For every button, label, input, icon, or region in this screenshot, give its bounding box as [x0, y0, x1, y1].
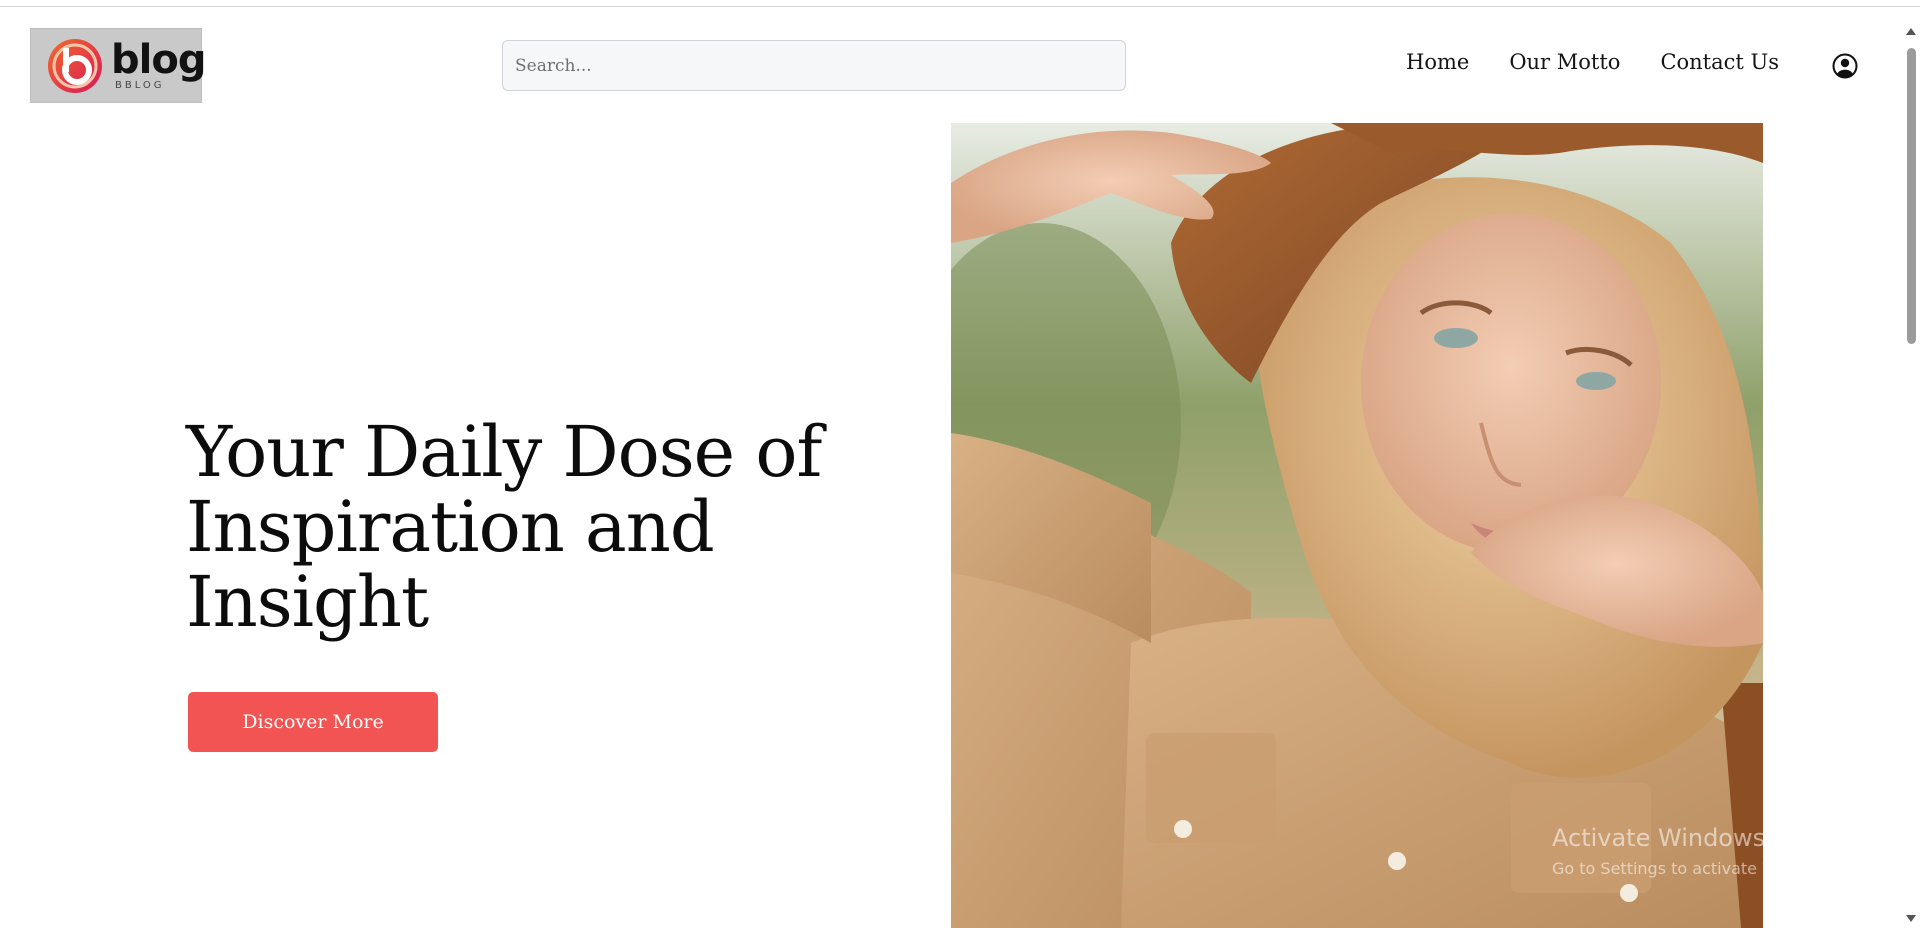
top-divider: [0, 6, 1920, 7]
scroll-thumb[interactable]: [1907, 48, 1916, 344]
watermark-subtitle: Go to Settings to activate Windows.: [1552, 858, 1839, 878]
scroll-down-arrow-icon[interactable]: [1906, 915, 1916, 922]
nav-contact-us[interactable]: Contact Us: [1660, 50, 1779, 74]
hero-image: [951, 123, 1763, 928]
logo-subtext: BBLOG: [115, 80, 165, 91]
search-input[interactable]: [502, 40, 1126, 91]
hero-title: Your Daily Dose of Inspiration and Insig…: [186, 411, 822, 643]
site-logo[interactable]: blog BBLOG: [30, 28, 206, 103]
nav-home[interactable]: Home: [1406, 50, 1469, 74]
nav-our-motto[interactable]: Our Motto: [1509, 50, 1620, 74]
main-nav: Home Our Motto Contact Us: [1406, 50, 1819, 74]
scroll-up-arrow-icon[interactable]: [1906, 28, 1916, 35]
discover-more-button[interactable]: Discover More: [188, 692, 438, 752]
logo-text: blog: [111, 37, 206, 83]
watermark-title: Activate Windows: [1552, 824, 1766, 852]
page: blog BBLOG Home Our Motto Contact Us You…: [0, 0, 1920, 928]
vertical-scrollbar[interactable]: [1902, 20, 1920, 928]
windows-activation-watermark: Activate Windows Go to Settings to activ…: [1552, 824, 1839, 878]
logo-icon: [47, 38, 103, 94]
user-circle-icon[interactable]: [1832, 53, 1858, 79]
logo-wordmark: blog BBLOG: [111, 37, 206, 91]
